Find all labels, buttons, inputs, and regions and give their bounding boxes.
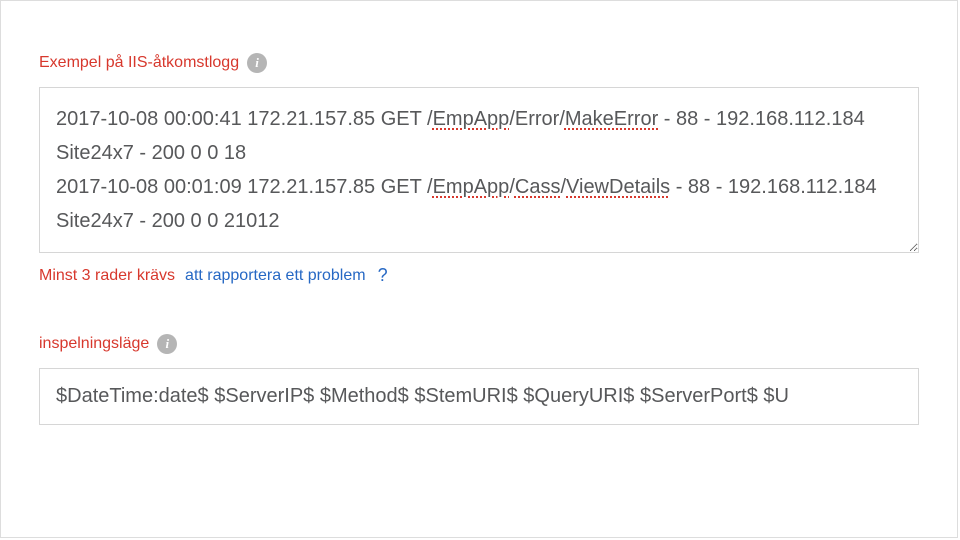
validation-message: Minst 3 rader krävs	[39, 267, 175, 285]
pattern-label: inspelningsläge	[39, 335, 149, 353]
access-log-label: Exempel på IIS-åtkomstlogg	[39, 54, 239, 72]
log-text: 2017-10-08 00:01:09 172.21.157.85 GET /	[56, 176, 433, 198]
log-text: /Error/	[509, 108, 565, 130]
log-text: ViewDetails	[566, 176, 670, 198]
info-icon[interactable]: i	[157, 334, 177, 354]
log-text: EmpApp	[433, 176, 510, 198]
pattern-input[interactable]	[39, 368, 919, 425]
access-log-label-row: Exempel på IIS-åtkomstlogg i	[39, 53, 919, 73]
access-log-textarea[interactable]: 2017-10-08 00:00:41 172.21.157.85 GET /E…	[39, 87, 919, 253]
report-problem-link[interactable]: att rapportera ett problem	[185, 267, 366, 285]
log-text: 2017-10-08 00:00:41 172.21.157.85 GET /	[56, 108, 433, 130]
log-text: Cass	[515, 176, 561, 198]
form-panel: Exempel på IIS-åtkomstlogg i 2017-10-08 …	[0, 0, 958, 538]
info-icon[interactable]: i	[247, 53, 267, 73]
log-text: EmpApp	[433, 108, 510, 130]
access-log-textarea-wrap: 2017-10-08 00:00:41 172.21.157.85 GET /E…	[39, 87, 919, 253]
pattern-label-row: inspelningsläge i	[39, 334, 919, 354]
log-text: MakeError	[565, 108, 658, 130]
validation-row: Minst 3 rader krävs att rapportera ett p…	[39, 265, 919, 286]
help-icon[interactable]: ?	[378, 265, 388, 286]
